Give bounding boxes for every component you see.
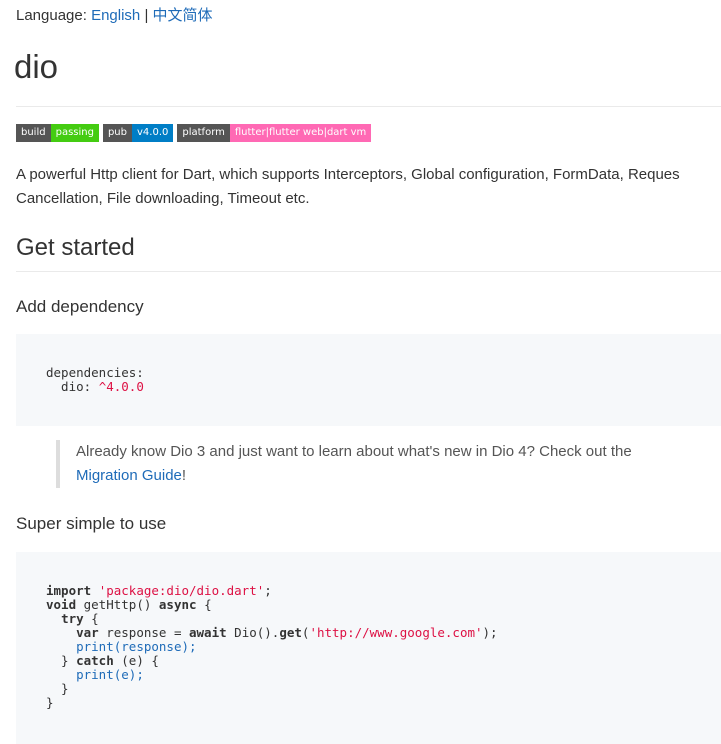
platform-badge-label: platform	[177, 124, 230, 142]
code-call-end: );	[482, 625, 498, 640]
code-open-brace: {	[196, 597, 212, 612]
description-line-2: Cancellation, File downloading, Timeout …	[16, 190, 310, 207]
code-await-keyword: await	[189, 625, 227, 640]
dependency-code: dependencies: dio: ^4.0.0	[46, 366, 144, 394]
code-function-name: getHttp()	[76, 597, 159, 612]
code-try-keyword: try	[61, 611, 84, 626]
language-english-link[interactable]: English	[91, 7, 140, 24]
migration-note-text: Already know Dio 3 and just want to lear…	[76, 443, 632, 460]
language-switcher: Language: English | 中文简体	[16, 4, 213, 25]
title-divider	[16, 106, 721, 107]
code-void-keyword: void	[46, 597, 77, 612]
code-dependencies-key: dependencies:	[46, 365, 144, 380]
get-started-heading: Get started	[16, 234, 135, 261]
description: A powerful Http client for Dart, which s…	[16, 163, 721, 211]
dependency-code-block: dependencies: dio: ^4.0.0	[16, 334, 721, 426]
code-var-keyword: var	[76, 625, 99, 640]
build-badge[interactable]: build passing	[16, 124, 99, 142]
migration-guide-link[interactable]: Migration Guide	[76, 467, 182, 484]
code-dio-version: ^4.0.0	[98, 379, 144, 394]
add-dependency-heading: Add dependency	[16, 297, 144, 316]
usage-code-block: import 'package:dio/dio.dart'; void getH…	[16, 552, 721, 744]
code-catch-arg: (e) {	[113, 653, 159, 668]
usage-heading: Super simple to use	[16, 514, 167, 533]
code-print-response: print(response);	[76, 639, 197, 654]
code-import-keyword: import	[46, 583, 92, 598]
page-title: dio	[14, 48, 59, 85]
code-response-assign: response =	[98, 625, 189, 640]
platform-badge[interactable]: platform flutter|flutter web|dart vm	[177, 124, 372, 142]
migration-note: Already know Dio 3 and just want to lear…	[56, 440, 716, 488]
language-prefix: Language:	[16, 7, 92, 24]
usage-code: import 'package:dio/dio.dart'; void getH…	[46, 583, 498, 710]
code-import-path: 'package:dio/dio.dart'	[98, 583, 265, 598]
pub-badge[interactable]: pub v4.0.0	[102, 124, 174, 142]
build-badge-message: passing	[50, 124, 99, 142]
code-print-error: print(e);	[76, 667, 144, 682]
badge-row: build passing pub v4.0.0 platform flutter|f…	[16, 124, 372, 142]
description-line-1: A powerful Http client for Dart, which s…	[16, 166, 680, 183]
pub-badge-label: pub	[102, 124, 132, 142]
get-started-divider	[16, 271, 721, 272]
code-dio-key: dio:	[46, 379, 99, 394]
code-url-string: 'http://www.google.com'	[309, 625, 483, 640]
code-catch-keyword: catch	[76, 653, 114, 668]
readme-page: Language: English | 中文简体 dio build passin…	[0, 0, 721, 744]
language-separator: |	[140, 7, 153, 24]
code-get-method: get	[279, 625, 302, 640]
pub-badge-message: v4.0.0	[132, 124, 174, 142]
language-chinese-link[interactable]: 中文简体	[153, 7, 213, 24]
build-badge-label: build	[16, 124, 51, 142]
platform-badge-message: flutter|flutter web|dart vm	[229, 124, 372, 142]
code-dio-call: Dio().	[226, 625, 280, 640]
code-async-keyword: async	[158, 597, 197, 612]
migration-note-suffix: !	[181, 467, 187, 484]
